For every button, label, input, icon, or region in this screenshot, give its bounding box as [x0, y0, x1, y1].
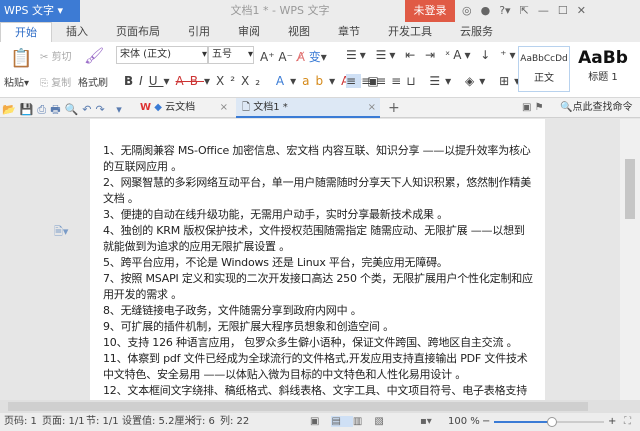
paragraph: 2、网聚智慧的多彩网络互动平台，单一用户随需随时分享天下人知识积累，悠然制作精美… — [103, 176, 531, 205]
ribbon-tabs: 开始 插入 页面布局 引用 审阅 视图 章节 开发工具 云服务 — [0, 22, 640, 42]
wps-icon: W — [140, 102, 152, 113]
font-name-select[interactable]: 宋体 (正文) ▾ — [116, 46, 208, 64]
column-number: 列: 22 — [220, 416, 250, 427]
paragraph: 12、文本框间文字绕排、稿纸格式、斜线表格、文字工具、中文项目符号、电子表格支持… — [103, 384, 527, 397]
reading-mode-button[interactable]: ▪▾ — [420, 413, 432, 431]
ribbon: 📋 粘贴▾ ✂ 剪切 ⎘ 复制 🖌 格式刷 宋体 (正文) ▾ 五号 ▾ A⁺ A⁻… — [0, 42, 640, 98]
scroll-thumb[interactable] — [625, 159, 635, 219]
row-number: 行: 6 — [192, 416, 215, 427]
paragraph: 9、可扩展的插件机制，无限扩展大程序员想象和创造空间 。 — [103, 320, 394, 333]
paragraph-marker-icon[interactable]: 🗎▾ — [54, 223, 68, 242]
paragraph: 7、按照 MSAPI 定义和实现的二次开发接口高达 250 个类，无限扩展用户个… — [103, 272, 533, 301]
wps-menu-button[interactable]: WPS 文字 ▾ — [0, 0, 80, 22]
window-title: 文档1 * - WPS 文字 — [230, 4, 330, 17]
style-heading1[interactable]: AaBb 标题 1 — [572, 46, 634, 92]
page-number: 页码: 1 — [4, 416, 37, 427]
tab-layout[interactable]: 页面布局 — [102, 22, 174, 42]
view-mode-buttons[interactable]: ▣▤▥▧ — [310, 413, 396, 431]
tab-insert[interactable]: 插入 — [52, 22, 102, 42]
quick-access-icons[interactable]: 📂💾⎙🖶🔍↶↷ ▾ — [2, 101, 126, 120]
zoom-slider-knob[interactable] — [547, 417, 558, 427]
close-tab-icon[interactable]: × — [220, 98, 228, 118]
format-painter-button[interactable]: 格式刷 — [78, 74, 108, 89]
paragraph: 1、无隔阂兼容 MS-Office 加密信息、宏文档 内容互联、知识分享 ——以… — [103, 144, 531, 173]
tab-developer[interactable]: 开发工具 — [374, 22, 446, 42]
font-size-select[interactable]: 五号 ▾ — [208, 46, 254, 64]
format-painter-icon: 🖌 — [84, 46, 105, 65]
paste-button[interactable]: 粘贴▾ — [4, 74, 29, 89]
doc-tab-cloud[interactable]: W ◆ 云文档 × — [140, 98, 232, 118]
new-tab-button[interactable]: + — [388, 98, 400, 118]
copy-button[interactable]: ⎘ 复制 — [40, 74, 71, 89]
tab-cloud[interactable]: 云服务 — [446, 22, 507, 42]
maximize-button[interactable]: ☐ — [558, 0, 568, 22]
zoom-slider[interactable] — [494, 417, 604, 427]
tab-references[interactable]: 引用 — [174, 22, 224, 42]
zoom-level: 100 % — [448, 416, 480, 427]
status-bar: 页码: 1 页面: 1/1 节: 1/1 设置值: 5.2厘米 行: 6 列: … — [0, 413, 640, 431]
paragraph: 3、便捷的自动在线升级功能，无需用户动手，实时分享最新技术成果 。 — [103, 208, 448, 221]
scroll-thumb[interactable] — [8, 402, 588, 411]
quick-access-bar: 📂💾⎙🖶🔍↶↷ ▾ W ◆ 云文档 × 🗋 文档1 * × + ▣ ⚑ 🔍点此查找命… — [0, 98, 640, 118]
tab-section[interactable]: 章节 — [324, 22, 374, 42]
setting-value: 设置值: 5.2厘米 — [122, 416, 195, 427]
vertical-scrollbar[interactable] — [620, 119, 640, 400]
doc-tab-document1[interactable]: 🗋 文档1 * × — [236, 98, 380, 118]
close-tab-icon[interactable]: × — [368, 98, 376, 118]
skin-icon[interactable]: ◎ — [462, 0, 472, 22]
toolbar-icons[interactable]: ▣ ⚑ — [522, 98, 544, 118]
ribbon-toggle-icon[interactable]: ⇱ — [520, 0, 529, 22]
paragraph-buttons[interactable]: ☰▾ ☰▾ ⇤ ⇥ ˣA▾ ↓ ⁺▾ ▦ — [346, 48, 540, 62]
align-buttons[interactable]: ≡≡≡≡⊔ ☰▾ ◈▾ ⊞▾ — [346, 74, 525, 88]
document-page[interactable]: 1、无隔阂兼容 MS-Office 加密信息、宏文档 内容互联、知识分享 ——以… — [90, 119, 545, 400]
paragraph: 11、体察到 pdf 文件已经成为全球流行的文件格式,开发应用支持直接输出 PD… — [103, 352, 528, 381]
tab-review[interactable]: 审阅 — [224, 22, 274, 42]
tab-home[interactable]: 开始 — [0, 22, 52, 42]
cut-button[interactable]: ✂ 剪切 — [40, 48, 72, 63]
paragraph: 5、跨平台应用，不论是 Windows 还是 Linux 平台，完美应用无障碍。 — [103, 256, 448, 269]
document-area: 🗎▾ 1、无隔阂兼容 MS-Office 加密信息、宏文档 内容互联、知识分享 … — [0, 119, 620, 400]
fullscreen-icon[interactable]: ⛶ — [624, 413, 631, 431]
grow-font-button[interactable]: A⁺ A⁻ A̸ 变▾ — [260, 48, 327, 65]
horizontal-scrollbar[interactable] — [0, 400, 640, 413]
title-bar: WPS 文字 ▾ 文档1 * - WPS 文字 未登录 ◎ ● ?▾ ⇱ — ☐ ✕ — [0, 0, 640, 22]
cloud-icon: ◆ — [154, 102, 162, 113]
paragraph: 8、无缝链接电子政务，文件随需分享到政府内网中 。 — [103, 304, 362, 317]
style-normal[interactable]: AaBbCcDd 正文 — [518, 46, 570, 92]
login-button[interactable]: 未登录 — [405, 0, 455, 22]
paragraph: 4、独创的 KRM 版权保护技术，文件授权范围随需指定 随需应动、无限扩展 ——… — [103, 224, 525, 253]
zoom-in-button[interactable]: + — [608, 413, 616, 431]
paragraph: 10、支持 126 种语言应用， 包罗众多生僻小语种，保证文件跨国、跨地区自主交… — [103, 336, 518, 349]
document-icon: 🗋 — [242, 102, 251, 113]
minimize-button[interactable]: — — [538, 0, 549, 22]
page-count: 页面: 1/1 — [42, 416, 85, 427]
section: 节: 1/1 — [86, 416, 119, 427]
app-logo: WPS 文字 — [4, 4, 54, 17]
tab-view[interactable]: 视图 — [274, 22, 324, 42]
help-icon[interactable]: ?▾ — [499, 0, 510, 22]
close-button[interactable]: ✕ — [577, 0, 586, 22]
paste-icon[interactable]: 📋 — [10, 48, 32, 69]
zoom-out-button[interactable]: − — [482, 413, 490, 431]
command-search[interactable]: 🔍点此查找命令 — [560, 98, 632, 118]
feedback-icon[interactable]: ● — [481, 0, 491, 22]
